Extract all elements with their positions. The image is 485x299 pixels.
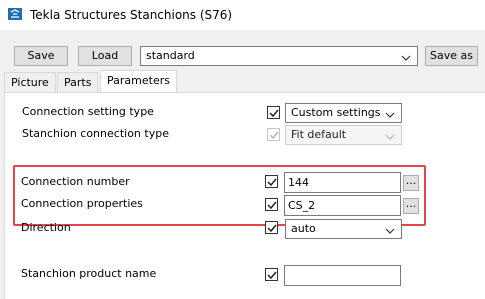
tab-picture[interactable]: Picture (4, 72, 56, 92)
chevron-down-icon (401, 51, 411, 61)
tab-parameters[interactable]: Parameters (100, 70, 177, 93)
tekla-app-icon (8, 8, 22, 20)
stanchion-connection-type-checkbox[interactable] (267, 128, 280, 141)
title-bar: Tekla Structures Stanchions (S76) (0, 0, 485, 30)
connection-setting-type-checkbox[interactable] (267, 106, 280, 119)
preset-value: standard (146, 49, 195, 62)
connection-properties-checkbox[interactable] (265, 198, 278, 211)
connection-number-checkbox[interactable] (265, 175, 278, 188)
direction-select[interactable]: auto (285, 219, 402, 239)
save-as-button[interactable]: Save as (425, 46, 478, 66)
chevron-down-icon (385, 130, 395, 140)
connection-properties-label: Connection properties (21, 197, 143, 210)
connection-number-browse-button[interactable]: ... (403, 175, 419, 191)
connection-number-input[interactable]: 144 (284, 172, 401, 193)
stanchion-connection-type-value: Fit default (291, 128, 347, 141)
checkmark-icon (269, 131, 279, 140)
preset-select[interactable]: standard (140, 46, 418, 66)
stanchion-product-name-input[interactable] (284, 265, 401, 286)
window-title: Tekla Structures Stanchions (S76) (30, 8, 233, 22)
connection-properties-input[interactable]: CS_2 (284, 195, 401, 216)
direction-value: auto (291, 222, 316, 235)
save-button[interactable]: Save (14, 46, 68, 66)
direction-label: Direction (21, 221, 71, 234)
connection-setting-type-select[interactable]: Custom settings (285, 103, 402, 123)
tab-parts[interactable]: Parts (57, 72, 99, 92)
checkmark-icon (267, 271, 277, 280)
stanchion-connection-type-select[interactable]: Fit default (285, 125, 402, 145)
stanchion-product-name-label: Stanchion product name (21, 267, 157, 280)
checkmark-icon (269, 109, 279, 118)
checkmark-icon (267, 178, 277, 187)
chevron-down-icon (385, 224, 395, 234)
stanchion-product-name-checkbox[interactable] (265, 268, 278, 281)
connection-setting-type-label: Connection setting type (22, 105, 154, 118)
connection-number-label: Connection number (21, 175, 130, 188)
load-button[interactable]: Load (78, 46, 132, 66)
direction-checkbox[interactable] (265, 221, 278, 234)
checkmark-icon (267, 224, 277, 233)
connection-properties-browse-button[interactable]: ... (403, 198, 419, 214)
checkmark-icon (267, 201, 277, 210)
stanchion-connection-type-label: Stanchion connection type (22, 127, 169, 140)
chevron-down-icon (385, 108, 395, 118)
connection-setting-type-value: Custom settings (291, 106, 381, 119)
